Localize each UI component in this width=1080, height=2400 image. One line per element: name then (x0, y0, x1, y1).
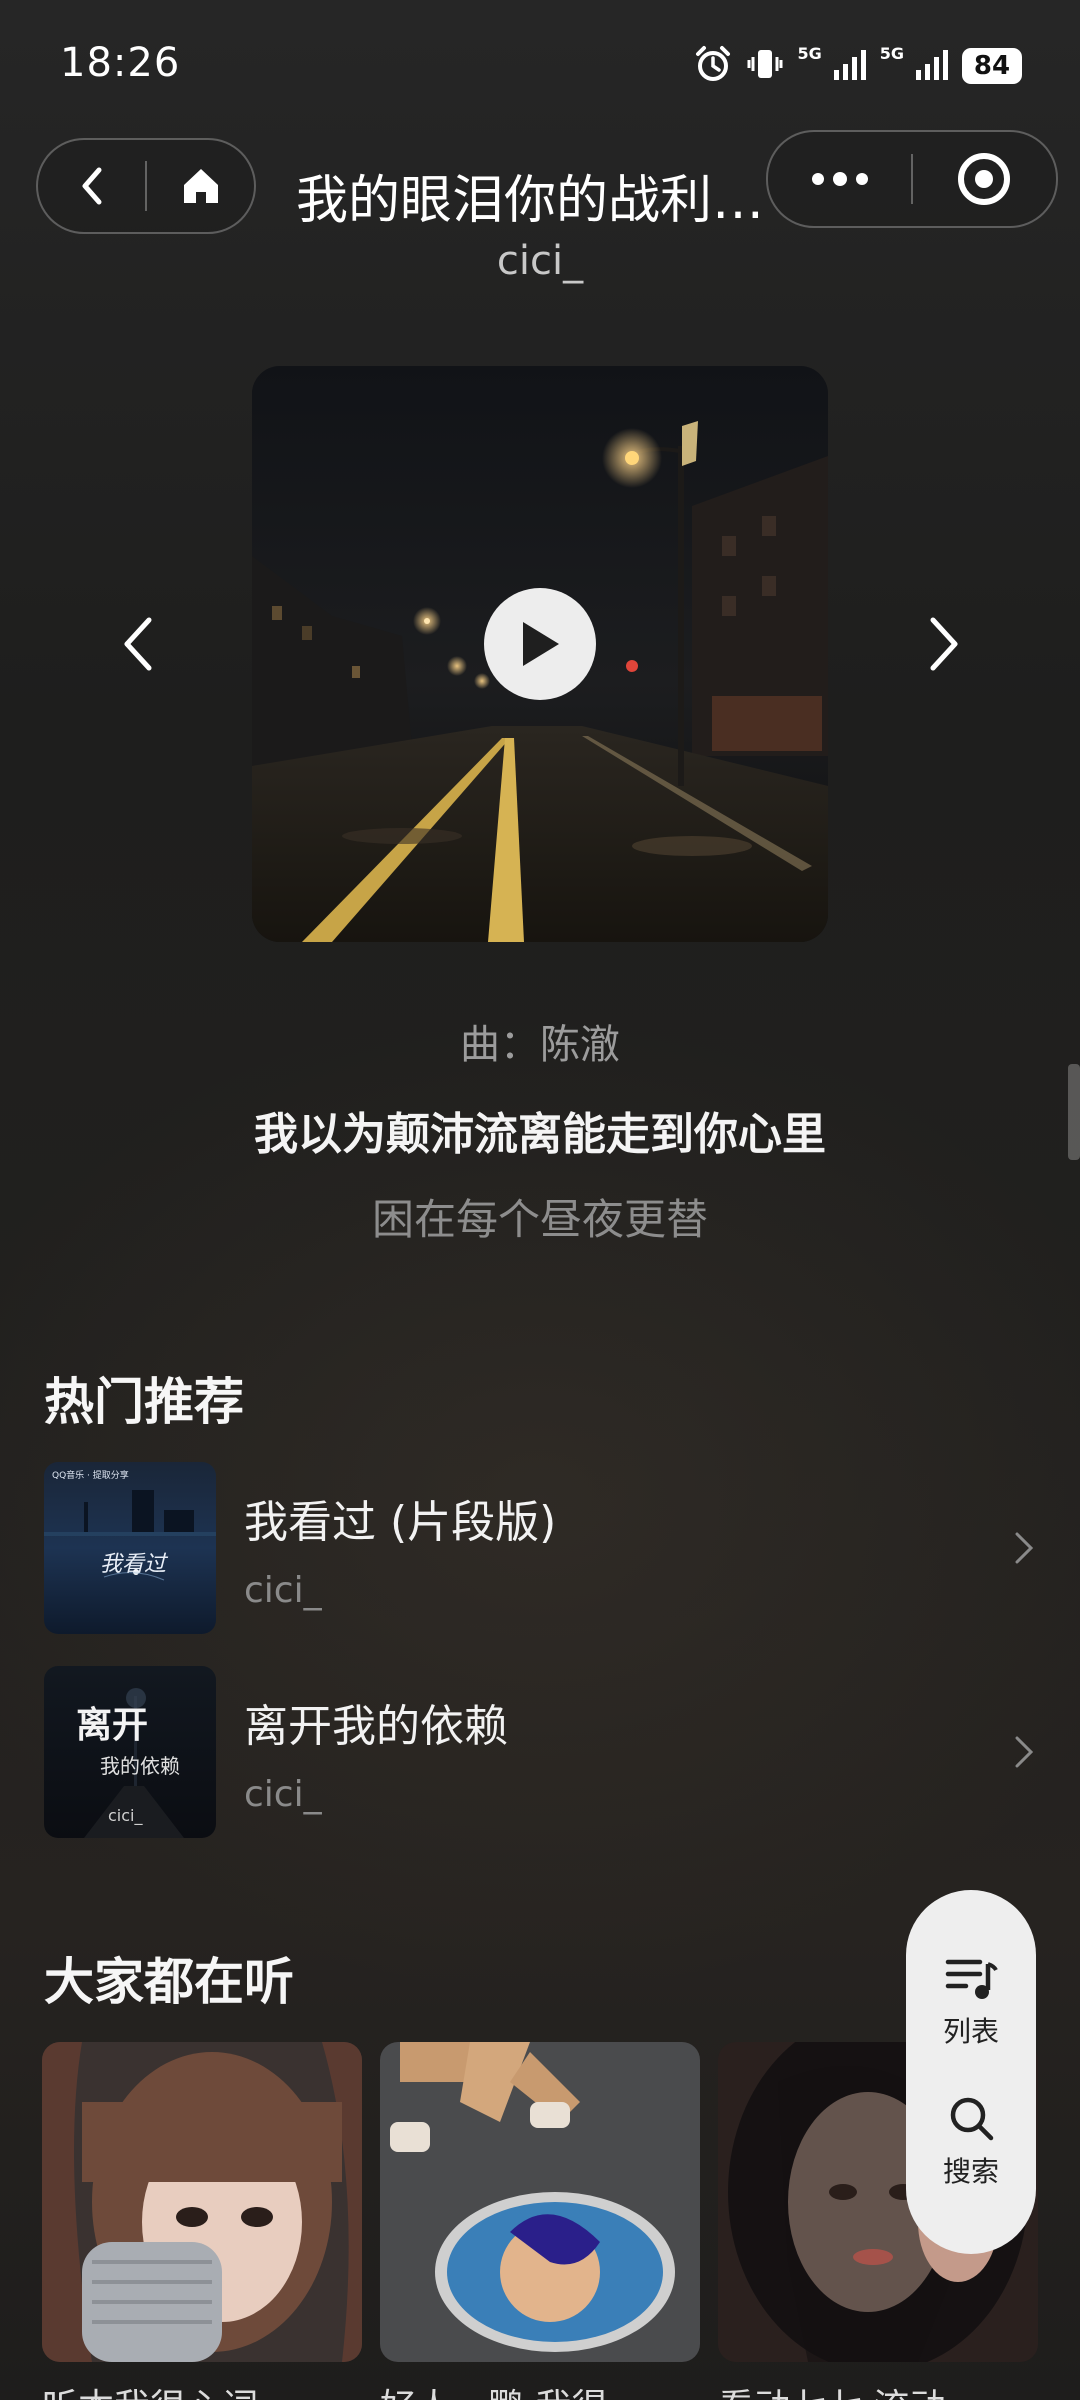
close-miniprogram-button[interactable] (913, 132, 1056, 226)
playlist-button[interactable]: 列表 (943, 1954, 999, 2050)
more-button[interactable] (768, 132, 911, 226)
playlist-card[interactable] (42, 2042, 362, 2362)
scrollbar[interactable] (1068, 1064, 1080, 1160)
card-image-portrait (42, 2042, 362, 2362)
song-artist: cici_ (496, 238, 584, 284)
status-icons: 5G 5G 84 (693, 44, 1022, 88)
battery-indicator: 84 (962, 48, 1022, 84)
network-5g-label-1: 5G (797, 44, 822, 63)
list-item[interactable]: 离开 我的依赖 cici_ 离开我的依赖 cici_ (44, 1666, 1044, 1838)
thumbnail-caption: 我看过 (100, 1552, 167, 1577)
search-icon (950, 2097, 994, 2141)
page-title: 我的眼泪你的战利… (296, 171, 765, 231)
search-label: 搜索 (942, 2155, 999, 2188)
signal-icon (833, 48, 868, 84)
list-item[interactable]: QQ音乐 · 提取分享 我看过 我看过 (片段版) cici_ (44, 1462, 1044, 1634)
thumbnail-caption-sub: 我的依赖 (100, 1754, 180, 1778)
vibrate-icon (745, 44, 785, 88)
card-caption: 看动七七 流动… (718, 2378, 1038, 2400)
song-artist: cici_ (244, 1569, 322, 1611)
thumbnail-caption: 离开 (76, 1704, 149, 1746)
song-title: 离开我的依赖 (244, 1700, 508, 1752)
chevron-right-icon (930, 617, 958, 671)
search-button[interactable]: 搜索 (943, 2094, 999, 2190)
card-caption: 好人一鹏 我得… (380, 2378, 700, 2400)
play-button[interactable] (484, 588, 596, 700)
song-thumbnail: QQ音乐 · 提取分享 我看过 (44, 1462, 216, 1634)
home-icon (183, 169, 218, 203)
thumbnail-badge: QQ音乐 · 提取分享 (52, 1471, 129, 1481)
song-artist: cici_ (244, 1773, 322, 1815)
chevron-right-icon (1004, 1518, 1044, 1578)
playlist-card[interactable] (380, 2042, 700, 2362)
home-button[interactable] (147, 140, 254, 232)
thumbnail-artist: cici_ (108, 1806, 143, 1825)
back-icon (82, 167, 101, 205)
alarm-icon (693, 44, 733, 88)
play-icon (523, 622, 559, 666)
composer-info: 曲：陈澈 (460, 1022, 620, 1068)
playlist-label: 列表 (942, 2015, 999, 2048)
target-circle-icon (958, 153, 1011, 205)
next-lyric-line: 困在每个昼夜更替 (371, 1195, 708, 1244)
signal-icon (916, 48, 950, 84)
hot-recommend-title: 热门推荐 (44, 1373, 244, 1431)
music-list-icon (945, 1959, 998, 1999)
song-thumbnail: 离开 我的依赖 cici_ (44, 1666, 216, 1838)
current-lyric-line: 我以为颠沛流离能走到你心里 (254, 1109, 826, 1160)
nav-capsule (36, 138, 256, 234)
popular-section-title: 大家都在听 (44, 1953, 294, 2011)
previous-song-button[interactable] (108, 604, 168, 684)
album-cover[interactable] (252, 366, 828, 942)
status-time: 18:26 (60, 40, 181, 86)
next-song-button[interactable] (914, 604, 974, 684)
miniprogram-capsule (766, 130, 1058, 228)
floating-action-panel: 列表 搜索 (906, 1890, 1036, 2254)
more-dots-icon (811, 172, 868, 186)
song-title: 我看过 (片段版) (244, 1496, 557, 1548)
network-5g-label-2: 5G (879, 44, 904, 63)
card-image-anime (380, 2042, 700, 2362)
card-caption: 听本我很心词… (42, 2378, 362, 2400)
chevron-left-icon (124, 617, 152, 671)
chevron-right-icon (1004, 1722, 1044, 1782)
back-button[interactable] (38, 140, 145, 232)
